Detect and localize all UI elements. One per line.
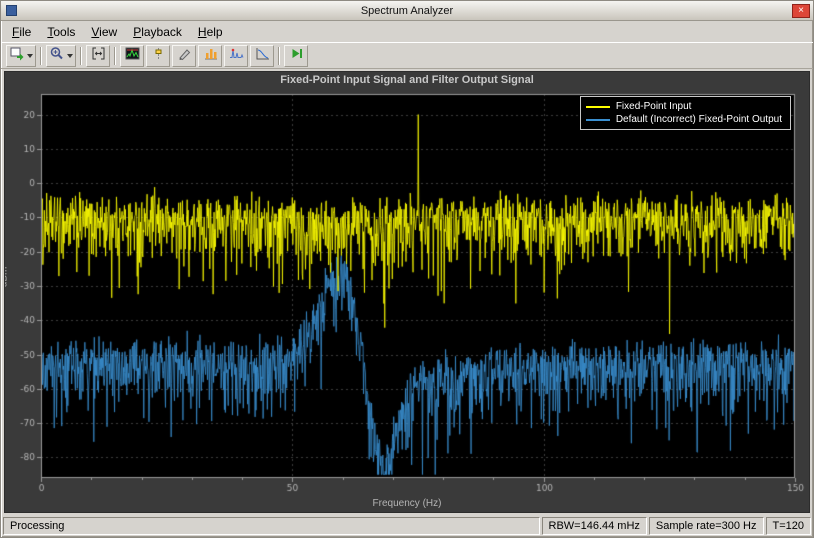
spectrum-settings-button[interactable]	[120, 45, 144, 67]
toolbar-separator	[114, 47, 116, 65]
peak-finder-icon	[203, 46, 218, 66]
zoom-in-icon	[49, 46, 64, 66]
step-forward-button[interactable]	[284, 45, 308, 67]
scale-axes-button[interactable]	[86, 45, 110, 67]
status-rbw: RBW=146.44 mHz	[542, 517, 647, 535]
legend-entry-label: Fixed-Point Input	[616, 101, 692, 112]
signal-statistics-button[interactable]	[172, 45, 196, 67]
scale-axes-icon	[91, 46, 106, 66]
menu-item-file[interactable]: File	[4, 23, 39, 41]
x-axis-label: Frequency (Hz)	[5, 498, 809, 509]
titlebar: Spectrum Analyzer ×	[1, 1, 813, 21]
signal-statistics-icon	[177, 46, 192, 66]
step-forward-icon	[289, 46, 304, 66]
toolbar	[1, 42, 813, 69]
dropdown-caret	[27, 54, 33, 58]
ccdf-measurements-icon	[255, 46, 270, 66]
dropdown-caret	[67, 54, 73, 58]
plot-title: Fixed-Point Input Signal and Filter Outp…	[5, 74, 809, 86]
status-processing: Processing	[3, 517, 540, 535]
menu-item-help[interactable]: Help	[190, 23, 231, 41]
toolbar-separator	[40, 47, 42, 65]
spectrum-settings-icon	[125, 46, 140, 66]
menu-item-playback[interactable]: Playback	[125, 23, 190, 41]
status-sample-rate: Sample rate=300 Hz	[649, 517, 764, 535]
legend-line-sample	[586, 106, 610, 108]
toolbar-separator	[278, 47, 280, 65]
legend-line-sample	[586, 119, 610, 121]
distortion-measurements-icon	[229, 46, 244, 66]
window-title: Spectrum Analyzer	[1, 5, 813, 17]
legend[interactable]: Fixed-Point Input Default (Incorrect) Fi…	[580, 96, 791, 130]
status-time: T=120	[766, 517, 812, 535]
distortion-measurements-button[interactable]	[224, 45, 248, 67]
app-icon	[6, 5, 17, 16]
legend-entry-label: Default (Incorrect) Fixed-Point Output	[616, 114, 782, 125]
ccdf-measurements-button[interactable]	[250, 45, 274, 67]
export-button[interactable]	[6, 45, 36, 67]
y-axis-label: dBm	[4, 267, 10, 288]
measure-cursor-button[interactable]	[146, 45, 170, 67]
measure-cursor-icon	[151, 46, 166, 66]
close-button[interactable]: ×	[792, 4, 810, 18]
chart-canvas[interactable]	[7, 88, 807, 510]
menubar: File Tools View Playback Help	[1, 21, 813, 42]
toolbar-separator	[80, 47, 82, 65]
export-icon	[9, 46, 24, 66]
menu-item-view[interactable]: View	[83, 23, 125, 41]
legend-entry: Default (Incorrect) Fixed-Point Output	[586, 113, 782, 126]
legend-entry: Fixed-Point Input	[586, 100, 782, 113]
peak-finder-button[interactable]	[198, 45, 222, 67]
plot-panel: Fixed-Point Input Signal and Filter Outp…	[4, 71, 810, 513]
menu-item-tools[interactable]: Tools	[39, 23, 83, 41]
spectrum-analyzer-window: Spectrum Analyzer × File Tools View Play…	[0, 0, 814, 538]
statusbar: Processing RBW=146.44 mHz Sample rate=30…	[1, 515, 813, 537]
zoom-button[interactable]	[46, 45, 76, 67]
